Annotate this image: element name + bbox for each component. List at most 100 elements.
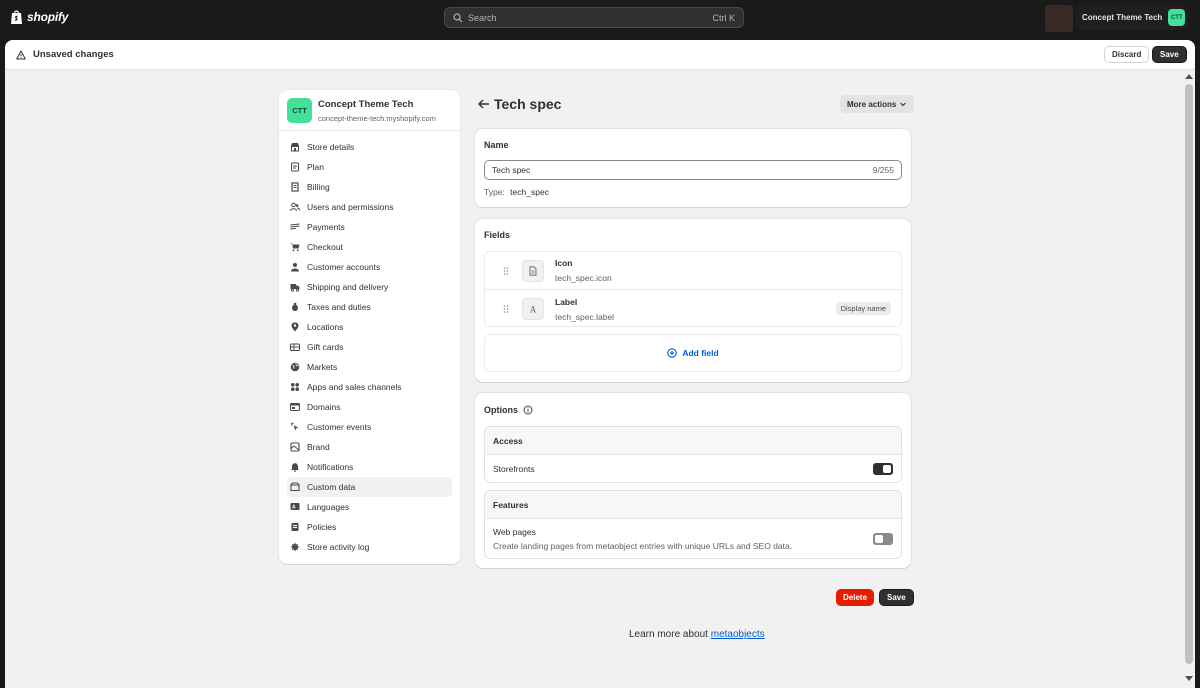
sidebar-item-domains[interactable]: Domains	[287, 397, 452, 417]
metaobjects-link[interactable]: metaobjects	[711, 629, 765, 640]
fields-card: Fields Icon tech_spec.icon A Label tech_…	[475, 219, 911, 382]
sidebar-item-checkout[interactable]: Checkout	[287, 237, 452, 257]
name-field[interactable]: Tech spec 9/255	[484, 160, 902, 180]
sidebar-item-activity-log[interactable]: Store activity log	[287, 537, 452, 557]
sidebar-item-payments[interactable]: Payments	[287, 217, 452, 237]
web-pages-label: Web pages	[493, 527, 536, 537]
fields-card-title: Fields	[484, 230, 511, 240]
sidebar-item-apps[interactable]: Apps and sales channels	[287, 377, 452, 397]
svg-text:A: A	[292, 505, 296, 511]
page-scrollbar[interactable]	[1182, 70, 1195, 688]
back-arrow-icon[interactable]	[478, 99, 490, 109]
unsaved-changes-bar: Unsaved changes Discard Save	[5, 40, 1195, 70]
sidebar-item-languages[interactable]: A Languages	[287, 497, 452, 517]
name-card-title: Name	[484, 140, 509, 150]
store-domain: concept-theme-tech.myshopify.com	[318, 113, 436, 123]
features-group: Features Web pages Create landing pages …	[484, 490, 902, 559]
field-name: Icon	[555, 258, 573, 268]
sidebar-item-taxes[interactable]: Taxes and duties	[287, 297, 452, 317]
sidebar-item-customer-events[interactable]: Customer events	[287, 417, 452, 437]
search-bar[interactable]: Search Ctrl K	[444, 7, 744, 28]
save-bar-save-button[interactable]: Save	[1152, 46, 1187, 63]
store-header: CTT Concept Theme Tech concept-theme-tec…	[287, 98, 436, 123]
page-title: Tech spec	[494, 96, 562, 112]
policy-icon	[291, 523, 299, 531]
sidebar-item-label: Domains	[307, 402, 341, 412]
drag-handle-icon[interactable]	[503, 304, 509, 314]
warning-icon	[16, 50, 26, 59]
sidebar-item-custom-data[interactable]: Custom data	[287, 477, 452, 497]
sidebar-item-markets[interactable]: Markets	[287, 357, 452, 377]
sidebar-item-policies[interactable]: Policies	[287, 517, 452, 537]
divider	[279, 130, 460, 131]
globe-icon	[290, 362, 300, 372]
delete-button[interactable]: Delete	[836, 589, 875, 606]
sidebar-item-gift-cards[interactable]: Gift cards	[287, 337, 452, 357]
sidebar-item-label: Checkout	[307, 242, 343, 252]
sidebar-item-plan[interactable]: Plan	[287, 157, 452, 177]
add-field-button[interactable]: Add field	[484, 334, 902, 372]
shopify-logo[interactable]: shopify	[10, 9, 68, 25]
sidebar-item-label: Plan	[307, 162, 325, 172]
storefronts-row: Storefronts	[485, 455, 901, 482]
more-actions-button[interactable]: More actions	[840, 95, 915, 113]
web-pages-row: Web pages Create landing pages from meta…	[485, 519, 901, 558]
type-row: Type: tech_spec	[484, 187, 549, 197]
plus-circle-icon	[667, 348, 678, 358]
drag-handle-icon[interactable]	[503, 266, 509, 276]
sidebar-item-label: Customer events	[307, 422, 372, 432]
web-pages-toggle[interactable]	[873, 533, 893, 545]
shopify-bag-icon	[11, 10, 22, 24]
settings-frame: Unsaved changes Discard Save CTT Concept…	[5, 40, 1195, 688]
bell-icon	[291, 463, 299, 472]
storefronts-label: Storefronts	[493, 464, 535, 474]
brand-icon	[290, 442, 300, 452]
field-row[interactable]: Icon tech_spec.icon	[485, 252, 901, 290]
learn-more-text: Learn more about metaobjects	[629, 629, 765, 640]
settings-sidebar: CTT Concept Theme Tech concept-theme-tec…	[279, 90, 460, 564]
web-pages-description: Create landing pages from metaobject ent…	[493, 541, 793, 551]
search-placeholder: Search	[468, 12, 497, 23]
sidebar-item-users[interactable]: Users and permissions	[287, 197, 452, 217]
sidebar-item-locations[interactable]: Locations	[287, 317, 452, 337]
sidebar-item-store-details[interactable]: Store details	[287, 137, 452, 157]
scroll-down-icon[interactable]	[1185, 676, 1193, 681]
cart-icon	[290, 243, 300, 252]
gift-card-icon	[290, 343, 300, 352]
chevron-down-icon	[900, 102, 907, 107]
unsaved-message: Unsaved changes	[33, 49, 114, 60]
store-icon	[291, 143, 299, 152]
sidebar-item-label: Custom data	[307, 482, 356, 492]
sidebar-item-label: Store activity log	[307, 542, 370, 552]
store-switcher-button[interactable]: Concept Theme Tech CTT	[1076, 5, 1188, 30]
save-button[interactable]: Save	[879, 589, 914, 606]
sidebar-item-label: Locations	[307, 322, 344, 332]
field-row[interactable]: A Label tech_spec.label Display name	[485, 290, 901, 328]
store-name: Concept Theme Tech	[318, 98, 414, 110]
type-value: tech_spec	[510, 187, 549, 197]
character-count: 9/255	[872, 165, 894, 175]
language-icon: A	[290, 503, 300, 511]
tax-icon	[292, 303, 298, 311]
store-thumbnail[interactable]	[1045, 5, 1073, 32]
fields-list: Icon tech_spec.icon A Label tech_spec.la…	[484, 251, 902, 327]
sidebar-item-customer-accounts[interactable]: Customer accounts	[287, 257, 452, 277]
options-title: Options	[484, 405, 518, 415]
sidebar-item-label: Markets	[307, 362, 338, 372]
sidebar-item-label: Policies	[307, 522, 337, 532]
info-icon[interactable]	[523, 405, 533, 415]
sidebar-item-billing[interactable]: Billing	[287, 177, 452, 197]
scroll-up-icon[interactable]	[1185, 74, 1193, 79]
store-avatar-large: CTT	[287, 98, 312, 123]
file-icon	[529, 265, 537, 276]
sidebar-item-label: Languages	[307, 502, 350, 512]
scrollbar-thumb[interactable]	[1185, 84, 1193, 664]
discard-button[interactable]: Discard	[1104, 46, 1150, 63]
sidebar-item-brand[interactable]: Brand	[287, 437, 452, 457]
sidebar-item-notifications[interactable]: Notifications	[287, 457, 452, 477]
sidebar-item-label: Payments	[307, 222, 345, 232]
name-field-value: Tech spec	[492, 165, 531, 175]
sidebar-item-label: Gift cards	[307, 342, 344, 352]
sidebar-item-shipping[interactable]: Shipping and delivery	[287, 277, 452, 297]
storefronts-toggle[interactable]	[873, 463, 893, 475]
